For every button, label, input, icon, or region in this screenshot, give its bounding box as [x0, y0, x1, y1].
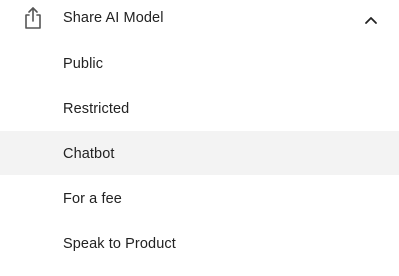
share-upload-icon — [22, 6, 44, 30]
menu-item-label: Chatbot — [63, 146, 115, 162]
menu-item-label: For a fee — [63, 191, 122, 207]
menu-item-speak-to-product[interactable]: Speak to Product — [0, 221, 399, 265]
menu-item-restricted[interactable]: Restricted — [0, 86, 399, 130]
menu-item-label: Public — [63, 56, 104, 72]
menu-item-label: Restricted — [63, 101, 130, 117]
chevron-up-icon[interactable] — [364, 12, 378, 24]
menu-item-public[interactable]: Public — [0, 41, 399, 85]
menu-item-label: Speak to Product — [63, 236, 176, 252]
menu-item-for-a-fee[interactable]: For a fee — [0, 176, 399, 220]
share-ai-model-header[interactable]: Share AI Model — [0, 0, 399, 38]
menu-item-chatbot[interactable]: Chatbot — [0, 131, 399, 175]
share-ai-model-menu: Share AI Model Public Restricted Chatbot… — [0, 0, 399, 276]
menu-title: Share AI Model — [63, 10, 164, 26]
